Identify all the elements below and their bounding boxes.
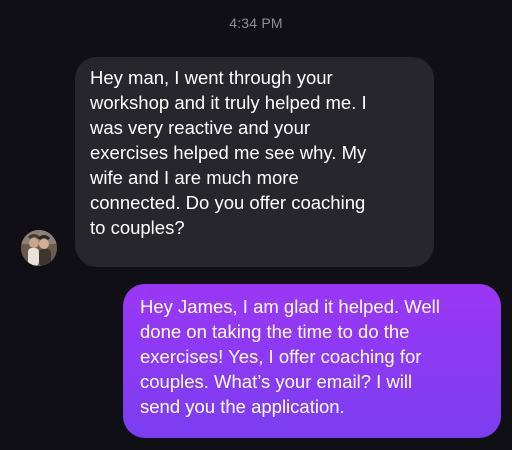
incoming-message-bubble[interactable]: Hey man, I went through your workshop an… [75, 57, 434, 267]
message-timestamp: 4:34 PM [229, 15, 283, 31]
sender-avatar[interactable] [21, 230, 57, 266]
outgoing-message-bubble[interactable]: Hey James, I am glad it helped. Well don… [123, 284, 501, 438]
profile-photo-avatar-icon [21, 230, 57, 266]
